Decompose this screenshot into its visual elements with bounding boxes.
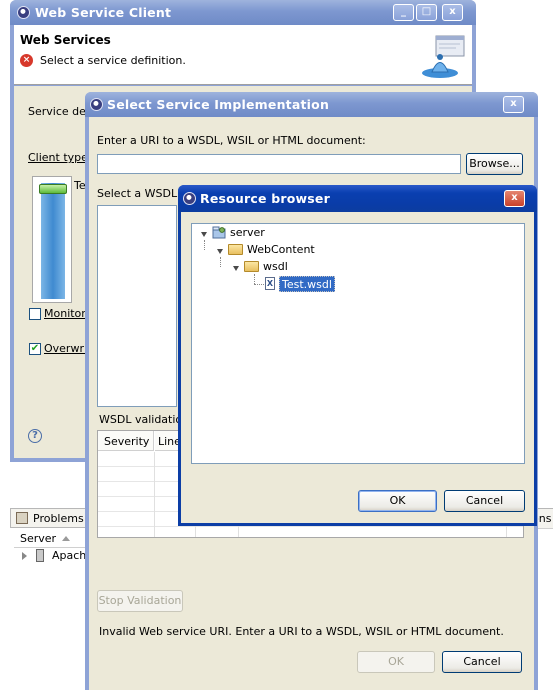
- tree-item-wsdl[interactable]: wsdl: [263, 259, 288, 275]
- tree-guide-line: [220, 257, 221, 267]
- severity-column-header[interactable]: Severity: [98, 431, 154, 451]
- wsc-close-button[interactable]: x: [442, 4, 463, 21]
- uri-input[interactable]: [97, 154, 461, 174]
- server-icon: [36, 549, 44, 562]
- problems-tab[interactable]: Problems: [33, 512, 84, 525]
- rb-ok-button[interactable]: OK: [358, 490, 437, 512]
- wsc-banner: Web Services × Select a service definiti…: [14, 25, 472, 85]
- resource-tree[interactable]: server WebContent wsdl X Test.wsdl: [191, 223, 525, 464]
- select-wsdl-label: Select a WSDL: [97, 187, 178, 200]
- overwrite-checkbox[interactable]: ✔: [29, 343, 41, 355]
- tree-guide-line: [204, 240, 205, 250]
- wsc-title: Web Service Client: [35, 5, 172, 20]
- servers-column-header: Server: [14, 530, 94, 548]
- error-icon: ×: [20, 54, 33, 67]
- rb-titlebar[interactable]: Resource browser x: [178, 185, 537, 212]
- expand-arrow-icon[interactable]: [22, 552, 27, 560]
- apache-server-row[interactable]: Apache: [20, 548, 93, 564]
- rb-cancel-button[interactable]: Cancel: [444, 490, 525, 512]
- ssi-titlebar[interactable]: Select Service Implementation x: [85, 92, 538, 117]
- tree-item-webcontent[interactable]: WebContent: [247, 242, 315, 258]
- slider-handle[interactable]: [39, 184, 67, 194]
- minimize-button[interactable]: _: [393, 4, 414, 21]
- monitor-label: Monitor: [44, 307, 86, 320]
- server-column-label[interactable]: Server: [20, 532, 56, 545]
- eclipse-icon: [90, 98, 103, 111]
- wsc-titlebar[interactable]: Web Service Client _ □ x: [10, 0, 476, 25]
- maximize-button[interactable]: □: [416, 4, 437, 21]
- wsdl-file-icon: X: [265, 277, 275, 290]
- tree-item-server[interactable]: server: [230, 225, 265, 241]
- severity-column-label: Severity: [104, 435, 150, 448]
- wsdl-validation-label: WSDL validation: [99, 413, 190, 426]
- wsdl-selection-tree[interactable]: [97, 205, 177, 407]
- collapse-arrow-icon[interactable]: [201, 232, 207, 237]
- client-type-value: Te: [74, 179, 86, 192]
- monitor-checkbox[interactable]: [29, 308, 41, 320]
- ssi-cancel-button[interactable]: Cancel: [442, 651, 522, 673]
- tree-item-test-wsdl[interactable]: Test.wsdl: [279, 276, 335, 292]
- wsc-error-message: Select a service definition.: [40, 54, 186, 67]
- browse-button[interactable]: Browse...: [466, 153, 523, 175]
- ssi-ok-button[interactable]: OK: [357, 651, 435, 673]
- problems-icon: [16, 512, 28, 524]
- ssi-status-message: Invalid Web service URI. Enter a URI to …: [99, 625, 504, 638]
- uri-label: Enter a URI to a WSDL, WSIL or HTML docu…: [97, 134, 366, 147]
- service-def-label: Service def: [28, 105, 90, 118]
- rb-body: server WebContent wsdl X Test.wsdl OK Ca…: [181, 212, 534, 523]
- ssi-close-button[interactable]: x: [503, 96, 524, 113]
- collapse-arrow-icon[interactable]: [233, 266, 239, 271]
- rb-close-button[interactable]: x: [504, 190, 525, 207]
- rb-title: Resource browser: [200, 191, 330, 206]
- eclipse-icon: [183, 192, 196, 205]
- resource-browser-dialog: Resource browser x server WebContent wsd…: [178, 185, 537, 526]
- client-type-slider[interactable]: [32, 176, 72, 303]
- stop-validation-button[interactable]: Stop Validation: [97, 590, 183, 612]
- folder-icon: [228, 244, 243, 255]
- client-type-label: Client type:: [28, 151, 92, 164]
- folder-icon: [244, 261, 259, 272]
- eclipse-icon: [17, 6, 30, 19]
- wsc-section-title: Web Services: [20, 33, 111, 47]
- help-icon[interactable]: ?: [28, 429, 42, 443]
- ssi-title: Select Service Implementation: [107, 97, 330, 112]
- collapse-arrow-icon[interactable]: [217, 249, 223, 254]
- web-service-graphic-icon: [420, 35, 466, 79]
- tree-guide-line: [254, 284, 264, 285]
- slider-track: [41, 183, 65, 299]
- project-icon: [212, 226, 226, 239]
- tree-guide-line: [254, 274, 255, 284]
- table-column-divider: [154, 452, 155, 537]
- sort-up-icon: [62, 536, 70, 541]
